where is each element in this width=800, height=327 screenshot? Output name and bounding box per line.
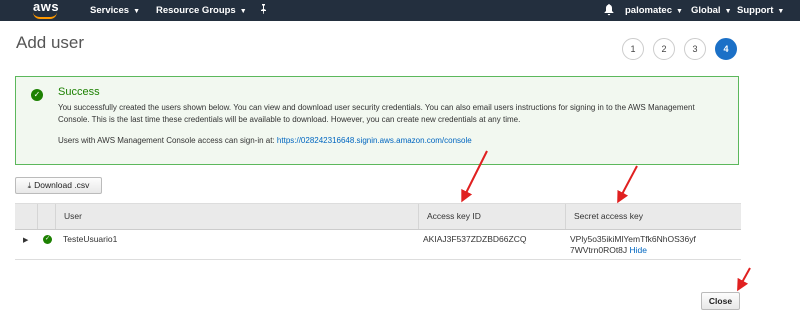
secret-key-column-header[interactable]: Secret access key	[565, 204, 741, 229]
bell-icon[interactable]	[604, 4, 614, 19]
success-alert: ✓ Success You successfully created the u…	[15, 76, 739, 165]
resource-groups-menu[interactable]: Resource Groups ▼	[156, 5, 247, 18]
success-title: Success	[58, 86, 100, 98]
console-signin-text: Users with AWS Management Console access…	[58, 136, 275, 145]
step-1[interactable]: 1	[622, 38, 644, 60]
secret-key-cell: VPly5o35ikiMlYemTfk6NhOS36yf7WVtrn0ROt8J…	[570, 234, 700, 256]
user-name-cell: TesteUsuario1	[63, 234, 118, 244]
step-3[interactable]: 3	[684, 38, 706, 60]
annotation-arrow-close	[737, 267, 751, 292]
table-row: ▶ ✓ TesteUsuario1 AKIAJ3F537ZDZBD66ZCQ V…	[15, 229, 741, 260]
check-circle-icon: ✓	[43, 235, 52, 244]
chevron-down-icon: ▼	[777, 8, 785, 15]
status-column-header	[37, 204, 55, 229]
chevron-down-icon: ▼	[133, 8, 141, 15]
step-2[interactable]: 2	[653, 38, 675, 60]
access-key-column-header[interactable]: Access key ID	[418, 204, 565, 229]
page-title: Add user	[16, 33, 85, 52]
chevron-down-icon: ▼	[724, 8, 732, 15]
account-menu[interactable]: palomatec ▼	[625, 5, 683, 18]
close-button[interactable]: Close	[701, 292, 740, 310]
chevron-down-icon: ▼	[239, 8, 247, 15]
annotation-arrow-secret-key	[617, 165, 638, 204]
services-menu[interactable]: Services ▼	[90, 5, 140, 18]
access-key-cell: AKIAJ3F537ZDZBD66ZCQ	[423, 234, 527, 244]
chevron-down-icon: ▼	[676, 8, 683, 15]
step-4[interactable]: 4	[715, 38, 737, 60]
expand-column-header	[15, 204, 37, 229]
hide-secret-link[interactable]: Hide	[630, 245, 647, 255]
download-icon: ⤓	[27, 181, 32, 190]
region-menu[interactable]: Global ▼	[691, 5, 732, 18]
support-menu[interactable]: Support ▼	[737, 5, 784, 18]
user-column-header[interactable]: User	[55, 204, 418, 229]
aws-logo-smile	[33, 12, 57, 19]
download-csv-button[interactable]: ⤓ Download .csv	[15, 177, 102, 194]
console-signin-line: Users with AWS Management Console access…	[58, 136, 472, 145]
console-signin-link[interactable]: https://028242316648.signin.aws.amazon.c…	[277, 136, 472, 145]
table-header: User Access key ID Secret access key	[15, 203, 741, 230]
pin-icon[interactable]	[259, 4, 268, 17]
expand-row-icon[interactable]: ▶	[23, 236, 28, 244]
check-circle-icon: ✓	[31, 89, 43, 101]
success-message: You successfully created the users shown…	[58, 103, 695, 124]
top-nav: aws Services ▼ Resource Groups ▼ palomatec…	[0, 0, 800, 21]
